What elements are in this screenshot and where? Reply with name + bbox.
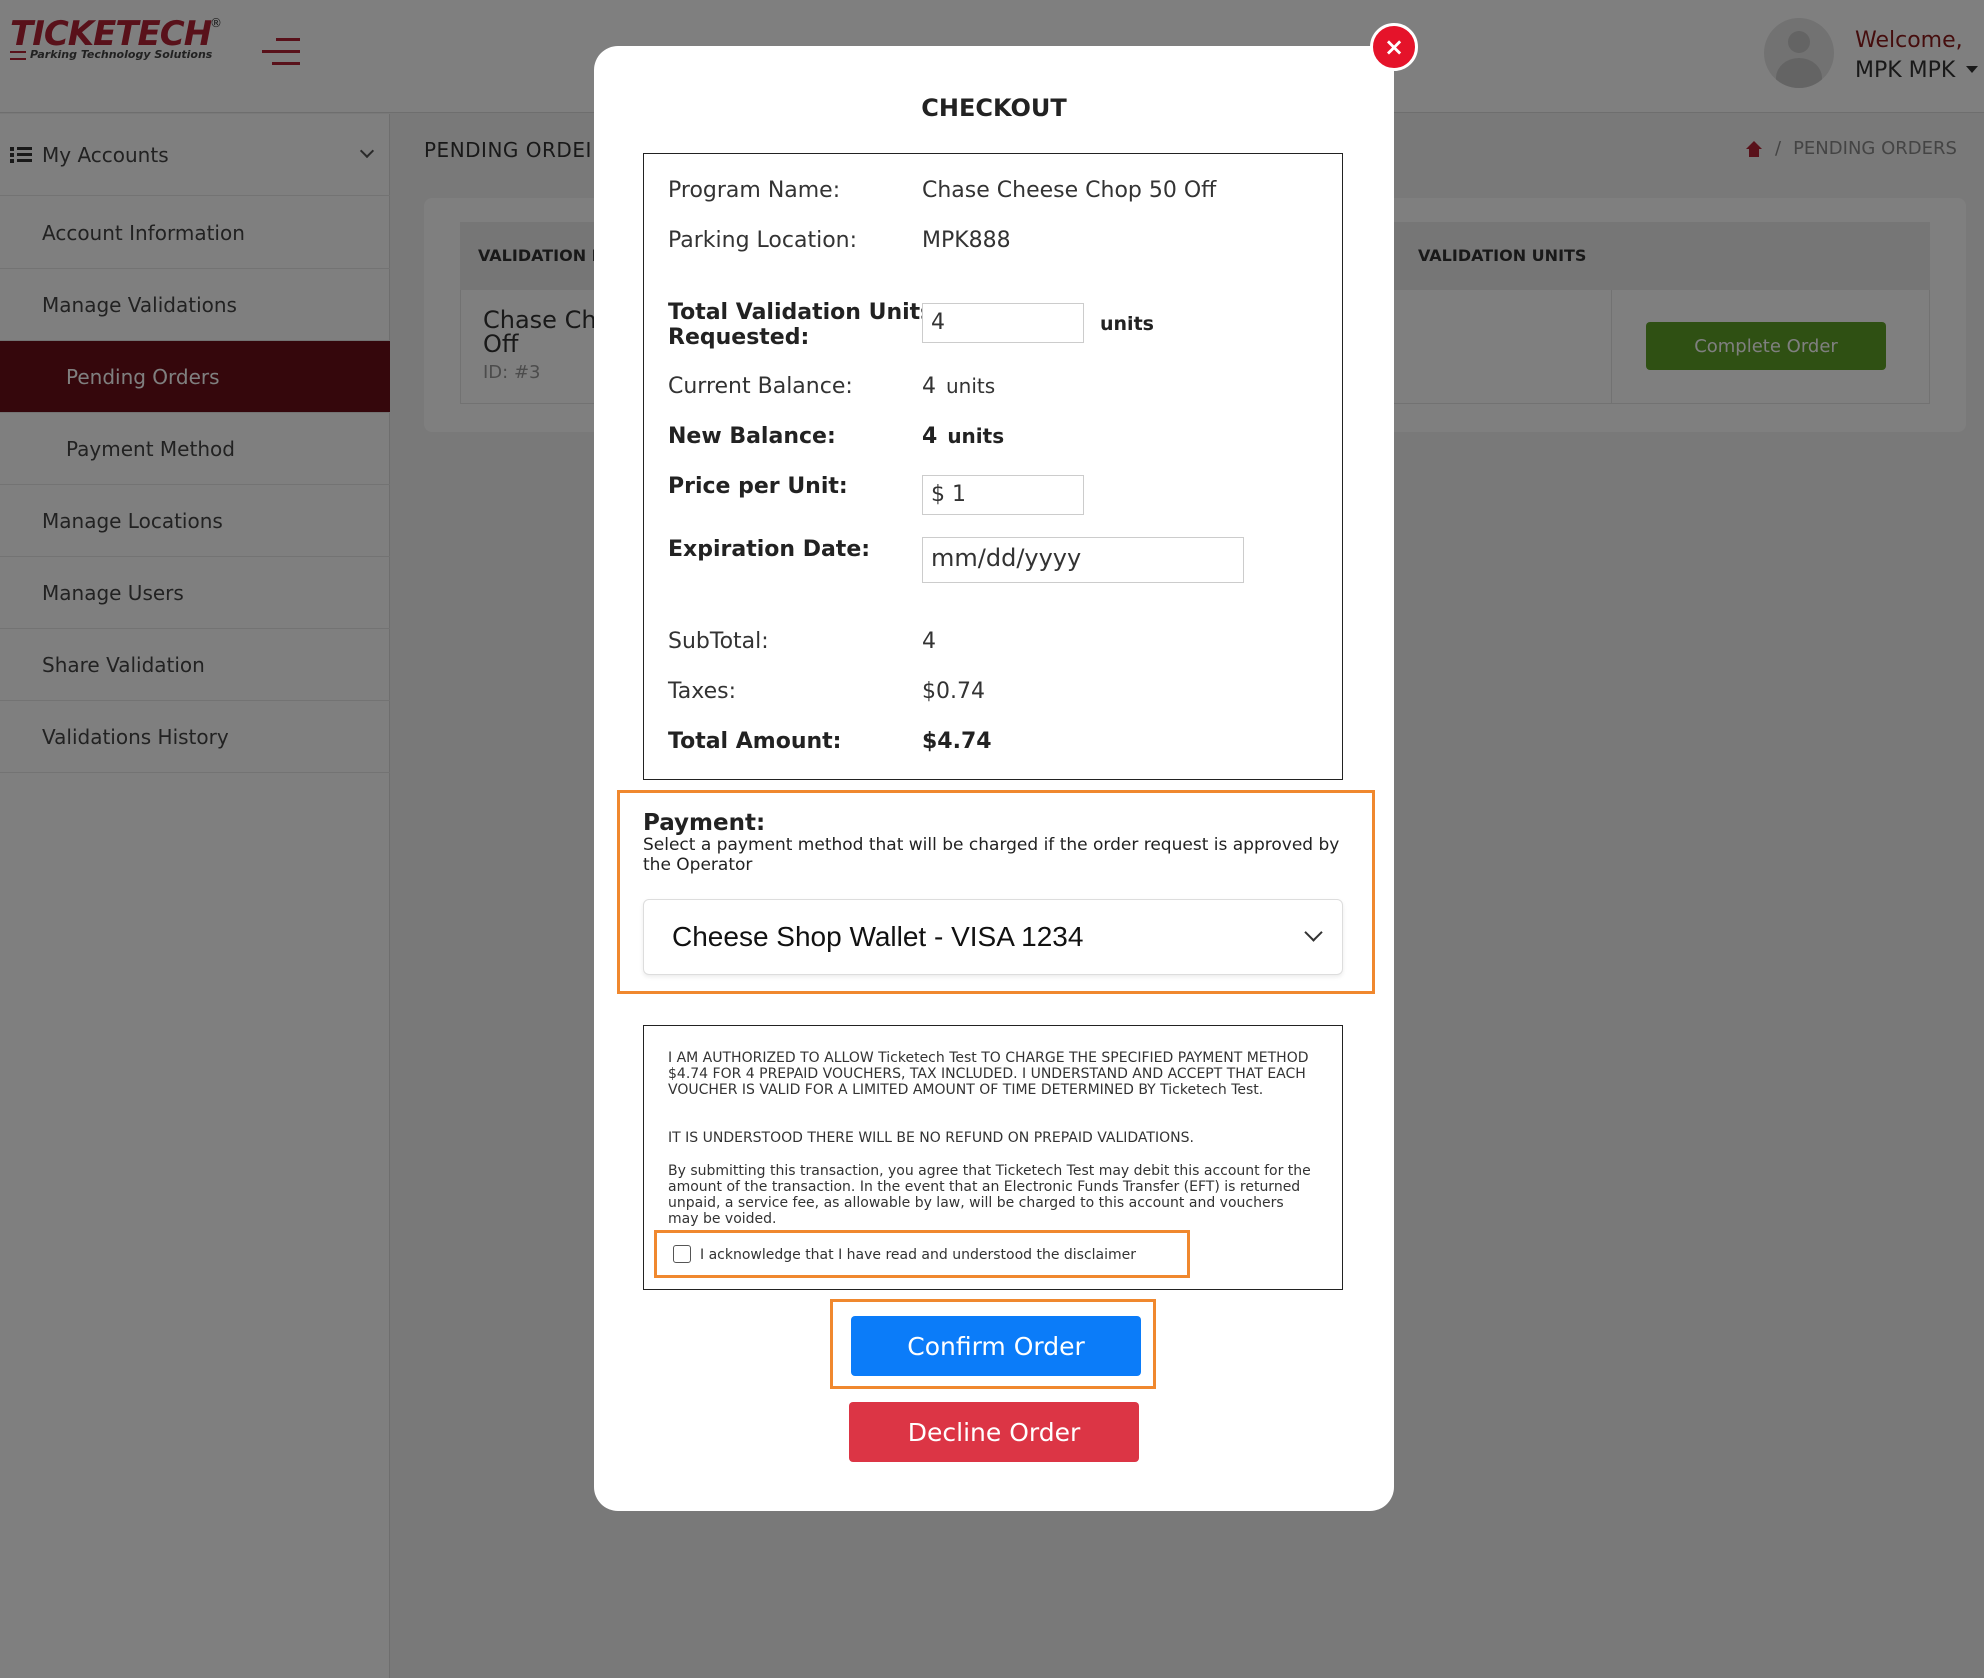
payment-title: Payment: — [643, 810, 766, 836]
order-summary: Program Name: Chase Cheese Chop 50 Off P… — [643, 153, 1343, 780]
current-balance-label: Current Balance: — [668, 374, 853, 399]
program-name-value: Chase Cheese Chop 50 Off — [922, 178, 1217, 203]
taxes-label: Taxes: — [668, 679, 737, 704]
confirm-highlight: Confirm Order — [830, 1299, 1156, 1389]
taxes-value: $0.74 — [922, 679, 985, 704]
parking-location-label: Parking Location: — [668, 228, 858, 253]
acknowledge-section: I acknowledge that I have read and under… — [654, 1230, 1190, 1278]
acknowledge-label[interactable]: I acknowledge that I have read and under… — [700, 1247, 1136, 1263]
current-balance-value: 4 units — [922, 374, 996, 399]
confirm-order-button[interactable]: Confirm Order — [851, 1316, 1141, 1376]
disclaimer-authorization: I AM AUTHORIZED TO ALLOW Ticketech Test … — [668, 1050, 1309, 1098]
units-suffix: units — [1100, 313, 1154, 335]
payment-description: Select a payment method that will be cha… — [643, 835, 1340, 875]
total-amount-value: $4.74 — [922, 729, 992, 754]
price-per-unit-label: Price per Unit: — [668, 474, 848, 499]
disclaimer-eft: By submitting this transaction, you agre… — [668, 1163, 1311, 1227]
new-balance-value: 4 units — [922, 424, 1005, 449]
parking-location-value: MPK888 — [922, 228, 1011, 253]
payment-method-select[interactable]: Cheese Shop Wallet - VISA 1234 — [643, 899, 1343, 975]
expiration-date-label: Expiration Date: — [668, 537, 871, 562]
units-requested-label: Total Validation Units Requested: — [668, 300, 934, 350]
expiration-date-input[interactable]: mm/dd/yyyy — [922, 537, 1244, 583]
checkout-modal: CHECKOUT Program Name: Chase Cheese Chop… — [594, 46, 1394, 1511]
modal-title: CHECKOUT — [921, 94, 1067, 122]
disclaimer-no-refund: IT IS UNDERSTOOD THERE WILL BE NO REFUND… — [668, 1130, 1194, 1146]
units-requested-input[interactable]: 4 — [922, 303, 1084, 343]
acknowledge-checkbox[interactable] — [673, 1245, 691, 1263]
program-name-label: Program Name: — [668, 178, 841, 203]
close-icon[interactable]: × — [1370, 23, 1418, 71]
payment-section: Payment: Select a payment method that wi… — [617, 790, 1375, 994]
payment-method-selected: Cheese Shop Wallet - VISA 1234 — [672, 921, 1084, 952]
subtotal-value: 4 — [922, 629, 936, 654]
subtotal-label: SubTotal: — [668, 629, 769, 654]
price-per-unit-input[interactable]: $ 1 — [922, 475, 1084, 515]
new-balance-label: New Balance: — [668, 424, 836, 449]
total-amount-label: Total Amount: — [668, 729, 842, 754]
decline-order-button[interactable]: Decline Order — [849, 1402, 1139, 1462]
chevron-down-icon — [1304, 923, 1323, 942]
